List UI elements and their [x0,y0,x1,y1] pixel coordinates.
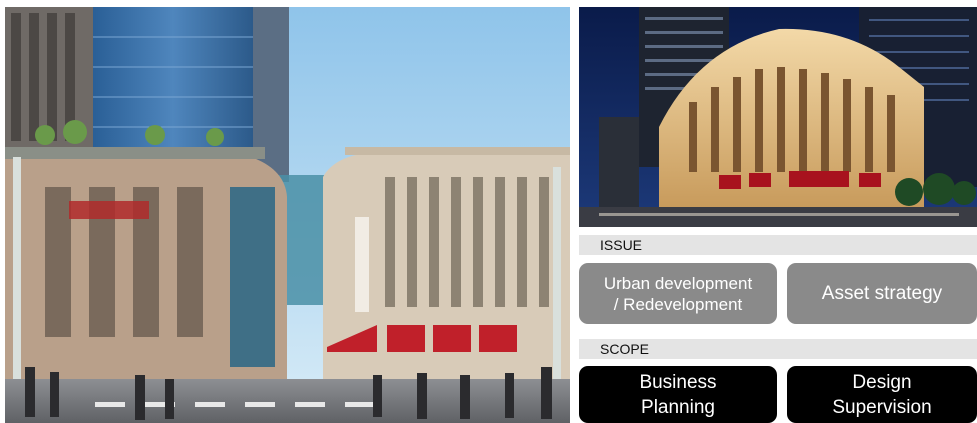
scope-section-header: SCOPE [579,339,977,359]
street-view-photo [5,7,570,423]
scope-tile-business-planning: Business Planning [579,366,777,423]
issue-section-header: ISSUE [579,235,977,255]
scope-tile-design-supervision: Design Supervision [787,366,977,423]
night-building-photo [579,7,977,227]
issue-tile-urban-development: Urban development / Redevelopment [579,263,777,324]
issue-tile-asset-strategy: Asset strategy [787,263,977,324]
street-view-illustration [5,7,570,423]
night-building-illustration [579,7,977,227]
